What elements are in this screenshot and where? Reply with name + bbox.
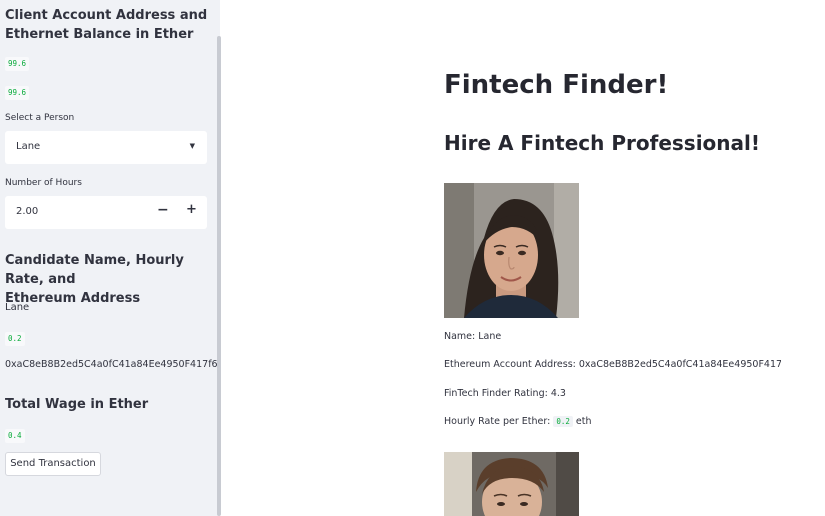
balance-code-1: 99.6 [5,57,30,71]
sidebar-scrollbar[interactable] [217,36,221,516]
candidate-photo [444,183,579,318]
rate-value-code: 0.2 [553,416,573,427]
total-wage-heading: Total Wage in Ether [5,397,149,412]
page-title: Fintech Finder! [444,70,669,100]
candidate-address-line: Ethereum Account Address: 0xaC8eB8B2ed5C… [444,359,781,370]
candidate-rate-code: 0.2 [5,332,25,346]
total-wage-code: 0.4 [5,429,25,443]
client-account-heading-line1: Client Account Address and [5,8,208,23]
select-person-label: Select a Person [5,113,75,123]
hours-number-input[interactable]: 2.00 − + [5,196,207,229]
candidate-name-line: Name: Lane [444,331,502,342]
balance-code-2: 99.6 [5,86,30,100]
client-account-heading-line2: Ethernet Balance in Ether [5,27,194,42]
select-person-dropdown[interactable]: Lane ▼ [5,131,207,164]
hours-value[interactable]: 2.00 [16,206,38,217]
rate-prefix: Hourly Rate per Ether: [444,416,551,427]
candidate-photo-2 [444,452,579,516]
candidate-rate-line: Hourly Rate per Ether: 0.2 eth [444,416,592,427]
decrement-button[interactable]: − [157,202,169,218]
send-transaction-button[interactable]: Send Transaction [5,452,101,476]
chevron-down-icon: ▼ [189,142,195,150]
sidebar: Client Account Address and Ethernet Bala… [0,0,220,516]
candidate-name: Lane [5,302,30,313]
client-account-heading: Client Account Address and Ethernet Bala… [5,6,210,44]
hours-label: Number of Hours [5,178,82,188]
candidate-heading-line1: Candidate Name, Hourly Rate, and [5,253,184,287]
candidate-address: 0xaC8eB8B2ed5C4a0fC41a84Ee4950F417f67029 [5,359,220,370]
increment-button[interactable]: + [186,202,197,217]
rate-suffix: eth [575,416,592,427]
candidate-heading-line2: Ethereum Address [5,291,141,306]
candidate-heading: Candidate Name, Hourly Rate, and Ethereu… [5,251,210,308]
candidate-rating-line: FinTech Finder Rating: 4.3 [444,388,566,399]
selected-person-value: Lane [16,141,41,152]
page-subtitle: Hire A Fintech Professional! [444,131,761,155]
